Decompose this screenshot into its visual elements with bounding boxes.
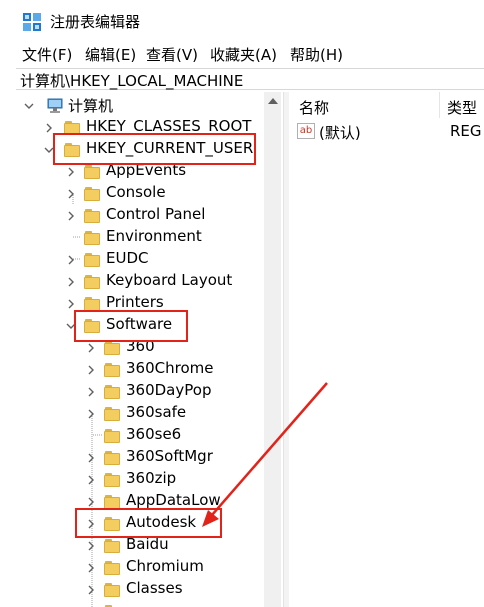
address-path[interactable]: 计算机\HKEY_LOCAL_MACHINE xyxy=(20,70,243,91)
value-type: REG xyxy=(450,122,482,140)
computer-icon xyxy=(47,98,63,113)
folder-icon xyxy=(84,275,100,289)
value-name: (默认) xyxy=(319,124,361,142)
tree-node-label: 360safe xyxy=(126,403,187,421)
tree-node-label: Console xyxy=(106,183,166,201)
menu-file[interactable]: 文件(F) xyxy=(22,44,72,65)
folder-icon xyxy=(104,539,120,553)
folder-icon xyxy=(84,187,100,201)
tree-node-chromium[interactable]: Chromium xyxy=(16,557,276,579)
scroll-up-icon[interactable] xyxy=(268,98,278,104)
chevron-right-icon[interactable] xyxy=(86,585,96,595)
chevron-right-icon[interactable] xyxy=(66,167,76,177)
folder-icon xyxy=(104,363,120,377)
menu-view[interactable]: 查看(V) xyxy=(146,44,198,65)
chevron-right-icon[interactable] xyxy=(86,409,96,419)
chevron-right-icon[interactable] xyxy=(86,387,96,397)
tree-node-baidu[interactable]: Baidu xyxy=(16,535,276,557)
tree-node-console[interactable]: Console xyxy=(16,183,276,205)
tree-node-label: Chromium xyxy=(126,557,204,575)
window-title: 注册表编辑器 xyxy=(50,13,141,31)
folder-icon xyxy=(84,231,100,245)
tree-node-label: 360DayPop xyxy=(126,381,212,399)
highlight-box-hkey-current-user xyxy=(53,133,256,165)
chevron-right-icon[interactable] xyxy=(66,211,76,221)
menu-help[interactable]: 帮助(H) xyxy=(290,44,343,65)
tree-node-label: AppDataLow xyxy=(126,491,221,509)
chevron-right-icon[interactable] xyxy=(86,365,96,375)
tree-node-classes[interactable]: Classes xyxy=(16,579,276,601)
menu-edit[interactable]: 编辑(E) xyxy=(85,44,136,65)
tree-node-label: 360zip xyxy=(126,469,177,487)
column-header-name[interactable]: 名称 xyxy=(299,97,329,121)
tree-node-label: 计算机 xyxy=(68,97,114,115)
tree-node-partial[interactable] xyxy=(16,601,276,607)
tree-node-label: Printers xyxy=(106,293,164,311)
folder-icon xyxy=(104,583,120,597)
chevron-right-icon[interactable] xyxy=(86,343,96,353)
tree-node-label: 360SoftMgr xyxy=(126,447,213,465)
column-divider[interactable] xyxy=(439,92,440,118)
tree-node-360zip[interactable]: 360zip xyxy=(16,469,276,491)
tree-node-label: Classes xyxy=(126,579,183,597)
tree-node-eudc[interactable]: EUDC xyxy=(16,249,276,271)
tree-node-label: Control Panel xyxy=(106,205,206,223)
folder-icon xyxy=(84,165,100,179)
folder-icon xyxy=(104,341,120,355)
tree-node-label: Keyboard Layout xyxy=(106,271,233,289)
folder-icon xyxy=(104,451,120,465)
tree-node-360daypop[interactable]: 360DayPop xyxy=(16,381,276,403)
tree-node-360safe[interactable]: 360safe xyxy=(16,403,276,425)
chevron-right-icon[interactable] xyxy=(86,475,96,485)
tree-node-360se6[interactable]: 360se6 xyxy=(16,425,276,447)
folder-icon xyxy=(104,429,120,443)
highlight-box-software xyxy=(74,310,188,342)
tree-scrollbar[interactable] xyxy=(264,92,281,607)
chevron-right-icon[interactable] xyxy=(86,541,96,551)
values-pane: 名称 类型 ab (默认) REG xyxy=(289,92,484,607)
folder-icon xyxy=(104,385,120,399)
tree-node-computer[interactable]: 计算机 xyxy=(16,95,276,117)
chevron-right-icon[interactable] xyxy=(66,277,76,287)
chevron-right-icon[interactable] xyxy=(44,123,54,133)
folder-icon xyxy=(84,253,100,267)
tree-node-360softmgr[interactable]: 360SoftMgr xyxy=(16,447,276,469)
chevron-right-icon[interactable] xyxy=(86,453,96,463)
chevron-right-icon[interactable] xyxy=(86,563,96,573)
menu-favorites[interactable]: 收藏夹(A) xyxy=(210,44,277,65)
highlight-box-autodesk xyxy=(75,508,222,538)
tree-node-label: 360se6 xyxy=(126,425,182,443)
tree-node-environment[interactable]: Environment xyxy=(16,227,276,249)
folder-icon xyxy=(104,407,120,421)
registry-editor-icon xyxy=(23,13,41,31)
chevron-right-icon[interactable] xyxy=(66,189,76,199)
chevron-right-icon[interactable] xyxy=(66,299,76,309)
folder-icon xyxy=(84,209,100,223)
chevron-down-icon[interactable] xyxy=(24,101,34,111)
title-bar: 注册表编辑器 xyxy=(0,0,484,42)
tree-node-360chrome[interactable]: 360Chrome xyxy=(16,359,276,381)
menu-bar: 文件(F) 编辑(E) 查看(V) 收藏夹(A) 帮助(H) xyxy=(0,42,484,66)
folder-icon xyxy=(84,297,100,311)
folder-icon xyxy=(104,561,120,575)
folder-icon xyxy=(104,473,120,487)
chevron-right-icon[interactable] xyxy=(66,255,76,265)
tree-node-keyboard-layout[interactable]: Keyboard Layout xyxy=(16,271,276,293)
tree-node-label: 360Chrome xyxy=(126,359,214,377)
tree-node-control-panel[interactable]: Control Panel xyxy=(16,205,276,227)
string-value-icon: ab xyxy=(297,123,315,139)
folder-icon xyxy=(104,495,120,509)
tree-node-label: EUDC xyxy=(106,249,149,267)
tree-node-label: Environment xyxy=(106,227,202,245)
chevron-right-icon[interactable] xyxy=(86,497,96,507)
column-header-type[interactable]: 类型 xyxy=(447,97,477,121)
address-bar[interactable]: 计算机\HKEY_LOCAL_MACHINE xyxy=(16,68,484,90)
